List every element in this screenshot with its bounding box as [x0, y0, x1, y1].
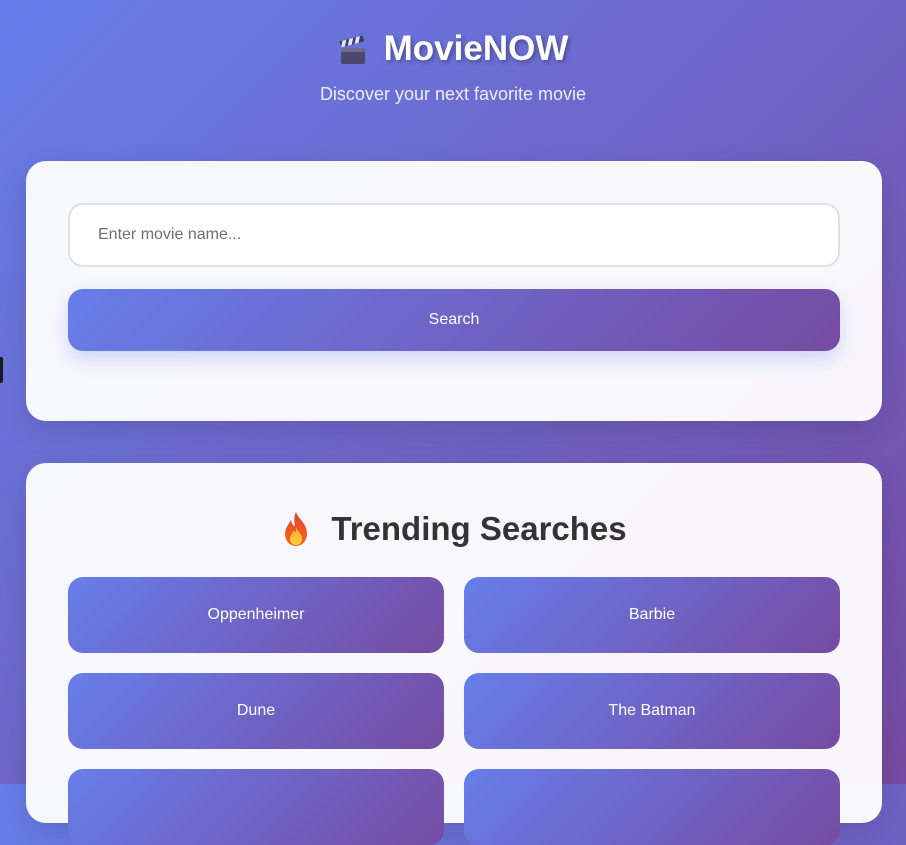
- trending-title: Trending Searches: [331, 510, 627, 547]
- trending-item-barbie[interactable]: Barbie: [464, 577, 840, 653]
- search-button[interactable]: Search: [68, 289, 840, 351]
- app-subtitle: Discover your next favorite movie: [319, 84, 587, 104]
- title-row: MovieNOW: [0, 28, 906, 70]
- clapperboard-icon: [339, 36, 365, 64]
- trending-grid: Oppenheimer Barbie Dune The Batman: [68, 577, 840, 845]
- trending-item-6[interactable]: [464, 769, 840, 845]
- trending-item-the-batman[interactable]: The Batman: [464, 673, 840, 749]
- edge-handle: [0, 357, 3, 383]
- fire-icon: [285, 512, 308, 546]
- trending-item-5[interactable]: [68, 769, 444, 845]
- search-card: Search: [26, 161, 882, 421]
- movie-search-input[interactable]: [68, 203, 840, 267]
- app-title: MovieNOW: [383, 29, 569, 68]
- trending-item-oppenheimer[interactable]: Oppenheimer: [68, 577, 444, 653]
- trending-card: Trending Searches Oppenheimer Barbie Dun…: [26, 463, 882, 845]
- trending-heading: Trending Searches: [26, 509, 882, 549]
- trending-item-dune[interactable]: Dune: [68, 673, 444, 749]
